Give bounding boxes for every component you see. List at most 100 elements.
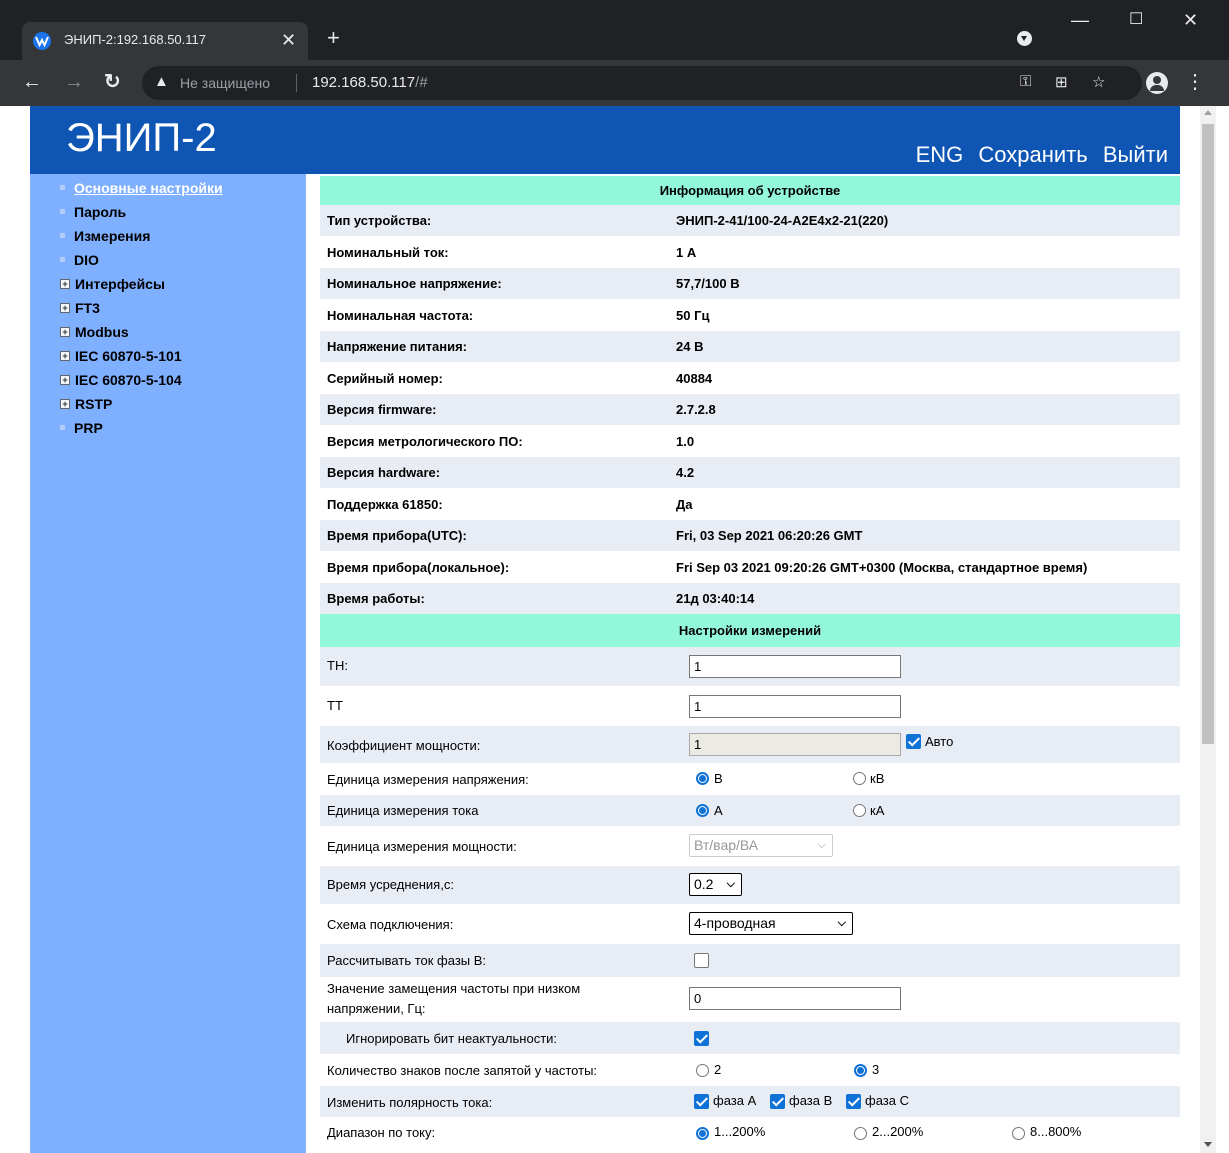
- scheme-select[interactable]: 4-проводная ⌵: [689, 912, 853, 935]
- back-icon[interactable]: ←: [22, 70, 42, 94]
- browser-menu-icon[interactable]: ⋮: [1185, 70, 1205, 94]
- scroll-thumb[interactable]: [1202, 124, 1214, 744]
- url-text[interactable]: 192.168.50.117/#: [312, 74, 428, 91]
- tab-close-icon[interactable]: ✕: [281, 30, 296, 50]
- lang-switch-link[interactable]: ENG: [916, 142, 964, 167]
- info-value: Да: [676, 497, 693, 512]
- sidebar-item-password[interactable]: Пароль: [60, 202, 126, 224]
- decimals-label: Количество знаков после запятой у частот…: [327, 1063, 598, 1078]
- info-value: 2.7.2.8: [676, 402, 716, 417]
- sidebar-item-modbus[interactable]: + Modbus: [60, 322, 129, 344]
- minimize-icon[interactable]: —: [1071, 10, 1089, 30]
- expand-plus-icon[interactable]: +: [60, 375, 70, 386]
- calc-b-label: Рассчитывать ток фазы В:: [327, 953, 487, 968]
- cur-unit-a-label: А: [714, 803, 723, 818]
- scheme-label: Схема подключения:: [327, 917, 454, 932]
- sidebar-item-interfaces[interactable]: + Интерфейсы: [60, 274, 165, 296]
- info-label: Номинальное напряжение:: [327, 276, 502, 291]
- polarity-c-checkbox[interactable]: [846, 1094, 861, 1109]
- chevron-down-icon: ⌵: [837, 917, 846, 929]
- pf-input[interactable]: 1: [689, 733, 901, 756]
- info-row: Время работы: 21д 03:40:14: [320, 583, 1180, 614]
- info-label: Время прибора(локальное):: [327, 560, 510, 575]
- cur-unit-ka-radio[interactable]: [853, 804, 866, 817]
- scroll-down-icon[interactable]: [1204, 1142, 1212, 1147]
- logout-link[interactable]: Выйти: [1103, 142, 1168, 167]
- sidebar-nav: Основные настройки Пароль Измерения DIO …: [30, 174, 306, 1153]
- page-header: ЭНИП-2 ENG Сохранить Выйти: [30, 106, 1180, 174]
- pf-auto-checkbox[interactable]: [906, 734, 921, 749]
- bullet-icon: [60, 232, 65, 238]
- sidebar-item-dio[interactable]: DIO: [60, 250, 99, 272]
- info-label: Версия firmware:: [327, 402, 437, 417]
- expand-plus-icon[interactable]: +: [60, 303, 70, 314]
- freq-sub-input[interactable]: 0: [689, 987, 901, 1010]
- info-value: ЭНИП-2-41/100-24-А2Е4х2-21(220): [676, 213, 889, 228]
- cur-unit-row: Единица измерения тока А кА: [320, 795, 1180, 826]
- sidebar-item-ft3[interactable]: + FT3: [60, 298, 100, 320]
- forward-icon[interactable]: →: [64, 70, 84, 94]
- avg-row: Время усреднения,с: 0.2 ⌵: [320, 866, 1180, 904]
- info-value: 24 В: [676, 339, 704, 354]
- browser-toolbar: ← → ↻ ▲ Не защищено 192.168.50.117/# ⚿ ⊞…: [0, 60, 1229, 106]
- close-window-icon[interactable]: ✕: [1183, 10, 1198, 30]
- save-link[interactable]: Сохранить: [978, 142, 1087, 167]
- tab-search-icon[interactable]: [1017, 31, 1032, 46]
- calc-b-checkbox[interactable]: [694, 953, 709, 968]
- header-links: ENG Сохранить Выйти: [907, 142, 1168, 168]
- expand-plus-icon[interactable]: +: [60, 327, 70, 338]
- chevron-down-icon: ⌵: [726, 878, 735, 890]
- tt-label: ТТ: [327, 698, 343, 713]
- sidebar-item-iec104[interactable]: + IEC 60870-5-104: [60, 370, 182, 392]
- expand-plus-icon[interactable]: +: [60, 279, 70, 290]
- range-2-radio[interactable]: [854, 1127, 867, 1140]
- decimals-2-radio[interactable]: [696, 1064, 709, 1077]
- info-row: Номинальный ток: 1 А: [320, 236, 1180, 268]
- new-tab-icon[interactable]: +: [327, 27, 340, 49]
- maximize-icon[interactable]: ☐: [1129, 10, 1143, 30]
- calc-b-row: Рассчитывать ток фазы В:: [320, 944, 1180, 977]
- avg-select[interactable]: 0.2 ⌵: [689, 873, 742, 896]
- range-3-radio[interactable]: [1012, 1127, 1025, 1140]
- volt-unit-kv-radio[interactable]: [853, 772, 866, 785]
- security-label[interactable]: Не защищено: [180, 75, 270, 91]
- info-row: Версия firmware: 2.7.2.8: [320, 394, 1180, 425]
- info-value: 57,7/100 В: [676, 276, 740, 291]
- warning-icon[interactable]: ▲: [154, 73, 169, 90]
- vertical-scrollbar[interactable]: [1200, 106, 1216, 1153]
- cur-unit-a-radio[interactable]: [696, 804, 709, 817]
- decimals-3-radio[interactable]: [854, 1064, 867, 1077]
- address-bar[interactable]: ▲ Не защищено 192.168.50.117/# ⚿ ⊞ ☆: [142, 66, 1142, 100]
- info-label: Версия метрологического ПО:: [327, 434, 523, 449]
- th-row: ТН: 1: [320, 647, 1180, 686]
- range-1-label: 1...200%: [714, 1124, 766, 1139]
- reload-icon[interactable]: ↻: [104, 70, 121, 94]
- polarity-a-checkbox[interactable]: [694, 1094, 709, 1109]
- pow-unit-select[interactable]: Вт/вар/ВА ⌵: [689, 834, 833, 857]
- volt-unit-v-radio[interactable]: [696, 772, 709, 785]
- scroll-up-icon[interactable]: [1204, 110, 1212, 115]
- sidebar-item-main-settings[interactable]: Основные настройки: [60, 178, 223, 200]
- browser-tab[interactable]: ЭНИП-2:192.168.50.117 ✕: [22, 22, 308, 60]
- sidebar-item-measurements[interactable]: Измерения: [60, 226, 150, 248]
- profile-avatar[interactable]: [1146, 72, 1168, 94]
- range-1-radio[interactable]: [696, 1127, 709, 1140]
- range-3-label: 8...800%: [1030, 1124, 1082, 1139]
- sidebar-item-iec101[interactable]: + IEC 60870-5-101: [60, 346, 182, 368]
- key-icon[interactable]: ⚿: [1020, 73, 1031, 90]
- sidebar-item-prp[interactable]: PRP: [60, 418, 103, 440]
- expand-plus-icon[interactable]: +: [60, 399, 70, 410]
- info-label: Номинальный ток:: [327, 245, 449, 260]
- ignore-checkbox[interactable]: [694, 1031, 709, 1046]
- expand-plus-icon[interactable]: +: [60, 351, 70, 362]
- th-input[interactable]: 1: [689, 655, 901, 678]
- info-label: Тип устройства:: [327, 213, 432, 228]
- sidebar-item-rstp[interactable]: + RSTP: [60, 394, 112, 416]
- bookmark-star-icon[interactable]: ☆: [1092, 73, 1105, 91]
- tt-input[interactable]: 1: [689, 695, 901, 718]
- site-favicon-icon: [33, 32, 51, 50]
- info-value: 1.0: [676, 434, 695, 449]
- translate-icon[interactable]: ⊞: [1055, 73, 1068, 91]
- polarity-b-checkbox[interactable]: [770, 1094, 785, 1109]
- range-2-label: 2...200%: [872, 1124, 924, 1139]
